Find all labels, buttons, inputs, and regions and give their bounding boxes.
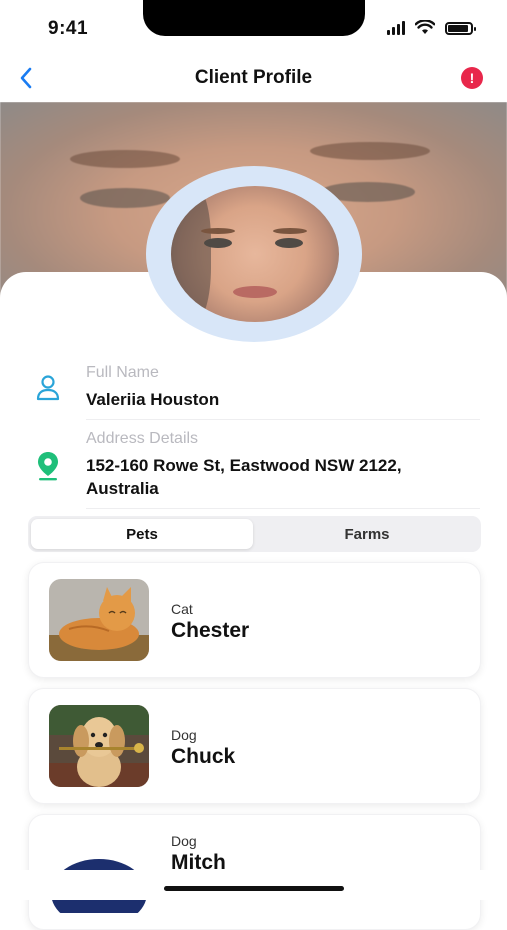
pet-type: Dog: [171, 727, 197, 743]
pet-name: Chester: [171, 619, 250, 642]
address-line-1: 152-160 Rowe St, Eastwood NSW 2122,: [86, 456, 402, 475]
alert-button[interactable]: !: [461, 67, 483, 89]
address-line-2: Australia: [86, 479, 159, 498]
status-icons: [387, 20, 476, 35]
tab-pets[interactable]: Pets: [31, 519, 253, 549]
full-name-row: Full Name Valeriia Houston: [30, 362, 480, 418]
pet-card[interactable]: Cat Chester: [28, 562, 481, 678]
full-name-value: Valeriia Houston: [86, 390, 220, 409]
page-title: Client Profile: [194, 67, 313, 88]
address-label: Address Details: [86, 430, 199, 447]
pet-type: Cat: [171, 601, 193, 617]
location-pin-icon: [30, 448, 66, 484]
divider: [86, 419, 480, 420]
pet-card[interactable]: Dog Chuck: [28, 688, 481, 804]
cellular-signal-icon: [387, 21, 405, 35]
pet-type: Dog: [171, 833, 197, 849]
battery-icon: [445, 22, 476, 35]
avatar[interactable]: [146, 166, 362, 342]
device-notch: [143, 0, 365, 36]
person-icon: [30, 370, 66, 406]
avatar-photo: [171, 186, 339, 322]
status-time: 9:41: [48, 18, 89, 39]
divider: [86, 508, 480, 509]
address-row: Address Details 152-160 Rowe St, Eastwoo…: [30, 428, 480, 508]
pet-name: Chuck: [171, 745, 236, 768]
exclamation-icon: !: [469, 70, 475, 86]
status-bar: 9:41: [0, 0, 507, 56]
wifi-icon: [415, 20, 435, 34]
home-indicator[interactable]: [164, 886, 344, 891]
tab-farms[interactable]: Farms: [256, 519, 478, 549]
bottom-safe-area: [0, 870, 507, 900]
navigation-bar: Client Profile !: [0, 56, 507, 102]
full-name-label: Full Name: [86, 364, 159, 381]
cat-photo-icon: [49, 579, 149, 661]
pets-farms-segmented-control: Pets Farms: [28, 516, 481, 552]
dog-photo-icon: [49, 705, 149, 787]
